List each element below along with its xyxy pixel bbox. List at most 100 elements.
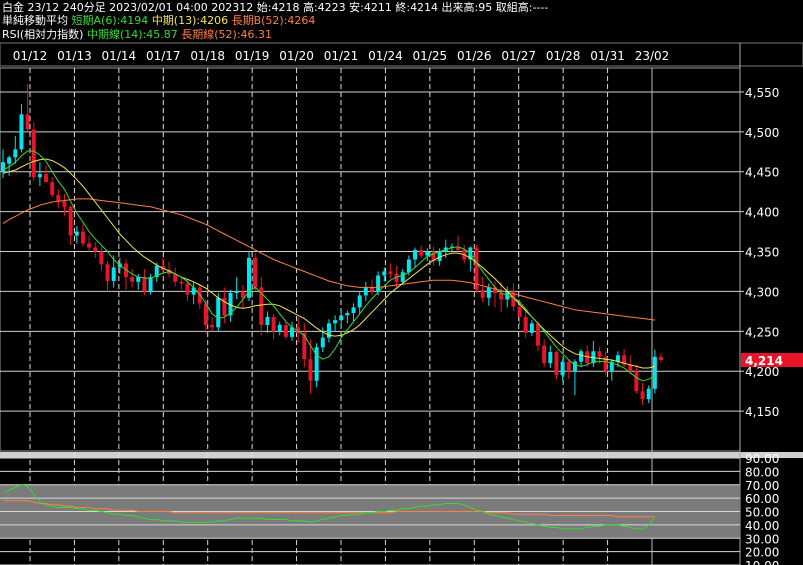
rsi-tick-label: 60.00	[745, 492, 779, 506]
candle-body	[388, 271, 393, 274]
date-tick-label: 01/17	[146, 49, 181, 63]
candle-body	[130, 277, 135, 282]
candle-body	[31, 129, 36, 178]
date-tick-label: 01/31	[590, 49, 625, 63]
panel-divider	[0, 452, 803, 458]
candle-body	[659, 356, 663, 361]
date-tick-label: 01/13	[57, 49, 92, 63]
price-panel-frame	[0, 67, 741, 452]
rsi-tick-label: 50.00	[745, 506, 779, 520]
candle-body	[554, 352, 559, 376]
candle-body	[646, 388, 651, 400]
candle-body	[283, 324, 288, 337]
price-tick-label: 4,450	[745, 166, 779, 180]
candle-body	[1, 162, 5, 172]
date-tick-label: 01/24	[368, 49, 403, 63]
candle-body	[50, 182, 55, 195]
candle-body	[566, 361, 571, 372]
candle-body	[308, 359, 313, 381]
candle-body	[148, 277, 153, 292]
price-tick-label: 4,500	[745, 126, 779, 140]
date-tick-label: 01/28	[546, 49, 581, 63]
candle-body	[486, 287, 491, 298]
candle-body	[615, 355, 620, 362]
candle-body	[425, 251, 430, 256]
rsi-tick-label: 40.00	[745, 519, 779, 533]
date-tick-label: 01/21	[324, 49, 359, 63]
candle-body	[37, 174, 42, 178]
candle-body	[265, 316, 270, 325]
candle-body	[363, 287, 368, 296]
candle-body	[376, 275, 381, 292]
candle-body	[68, 206, 73, 236]
candle-body	[542, 345, 547, 364]
candle-body	[216, 297, 221, 328]
price-tick-label: 4,350	[745, 246, 779, 260]
candle-body	[142, 277, 147, 292]
candle-body	[517, 306, 522, 317]
ma-short-line	[2, 150, 656, 382]
candle-body	[333, 320, 338, 324]
candle-body	[652, 356, 657, 389]
rsi-tick-label: 90.00	[745, 452, 779, 466]
candle-body	[345, 312, 350, 316]
candle-body	[7, 157, 12, 164]
date-tick-label: 01/20	[279, 49, 314, 63]
date-tick-label: 01/27	[501, 49, 536, 63]
candle-body	[406, 259, 411, 273]
price-tick-label: 4,250	[745, 325, 779, 339]
rsi-tick-label: 80.00	[745, 465, 779, 479]
candle-body	[536, 323, 541, 346]
price-tick-label: 4,300	[745, 285, 779, 299]
date-tick-label: 01/26	[457, 49, 492, 63]
candle-body	[44, 174, 49, 183]
candle-body	[74, 231, 79, 236]
date-tick-label: 01/18	[190, 49, 225, 63]
candle-body	[19, 114, 24, 150]
candle-body	[234, 291, 239, 294]
price-tick-label: 4,150	[745, 405, 779, 419]
candle-body	[369, 287, 374, 292]
candle-body	[87, 243, 92, 248]
candle-body	[25, 114, 30, 130]
candle-body	[480, 289, 485, 298]
candle-body	[523, 316, 528, 333]
candle-body	[179, 281, 184, 284]
candle-body	[628, 364, 633, 372]
candle-body	[320, 337, 325, 348]
candle-body	[62, 201, 67, 207]
candle-body	[597, 351, 602, 357]
candle-body	[277, 324, 282, 332]
candle-body	[339, 315, 344, 321]
candle-body	[210, 324, 215, 328]
candle-body	[111, 267, 116, 282]
candle-body	[253, 257, 258, 288]
rsi-tick-label: 10.00	[745, 559, 779, 565]
candle-body	[419, 249, 424, 256]
rsi-tick-label: 20.00	[745, 546, 779, 560]
candle-body	[185, 283, 190, 295]
candle-body	[382, 271, 387, 276]
date-tick-label: 01/12	[13, 49, 48, 63]
candle-body	[56, 194, 61, 202]
price-chart[interactable]: 01/12 01/13 01/14 01/17 01/18 01/19 01/20 01/21…	[0, 0, 803, 565]
candle-body	[560, 361, 565, 376]
candle-body	[579, 351, 584, 362]
rsi-tick-label: 30.00	[745, 532, 779, 546]
date-tick-label: 01/14	[102, 49, 137, 63]
candle-body	[105, 264, 110, 282]
date-tick-label: 01/19	[235, 49, 270, 63]
candle-body	[80, 231, 85, 244]
price-tick-label: 4,400	[745, 206, 779, 220]
price-tick-label: 4,550	[745, 86, 779, 100]
candle-body	[271, 316, 276, 332]
candle-body	[548, 352, 553, 364]
candle-body	[634, 371, 639, 392]
candle-body	[351, 307, 356, 313]
current-price-label: 4,214	[745, 354, 783, 368]
candle-body	[400, 272, 405, 282]
rsi-tick-label: 70.00	[745, 479, 779, 493]
candle-body	[413, 249, 418, 260]
candle-body	[13, 149, 18, 158]
candle-body	[357, 295, 362, 308]
